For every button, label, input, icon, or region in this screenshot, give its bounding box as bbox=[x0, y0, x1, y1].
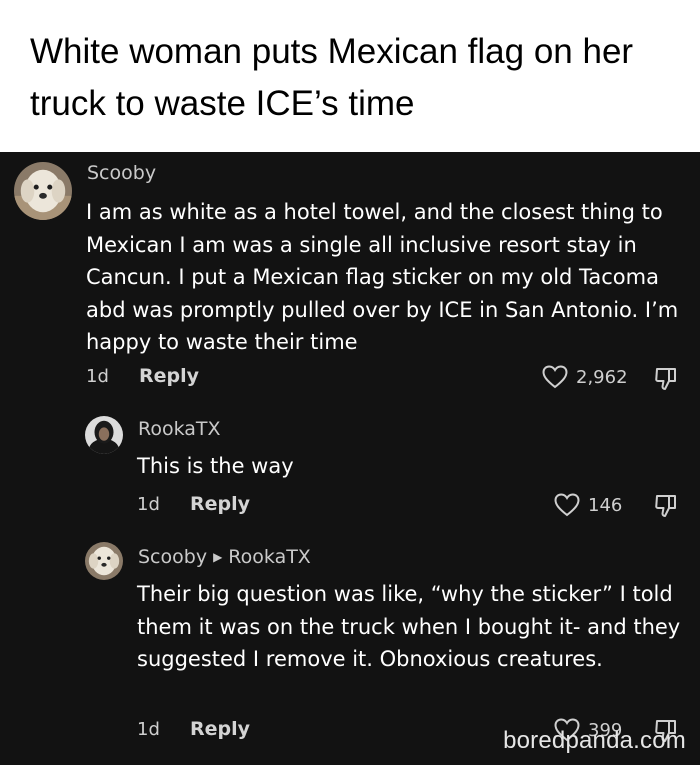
dog-avatar-icon bbox=[14, 162, 72, 220]
watermark: boredpanda.com bbox=[503, 727, 686, 754]
comment-age: 1d bbox=[137, 719, 160, 740]
comment-text: This is the way bbox=[137, 454, 294, 478]
reply-button[interactable]: Reply bbox=[139, 365, 199, 387]
title-banner: White woman puts Mexican flag on her tru… bbox=[0, 0, 700, 152]
like-count: 146 bbox=[588, 494, 623, 516]
thumb-down-icon bbox=[655, 368, 676, 390]
like-button[interactable]: 2,962 bbox=[542, 365, 628, 389]
thumb-down-icon bbox=[655, 495, 676, 517]
reply-button[interactable]: Reply bbox=[190, 718, 250, 740]
dog-avatar-icon bbox=[85, 542, 123, 580]
dislike-button[interactable] bbox=[654, 366, 680, 396]
like-count: 2,962 bbox=[576, 366, 628, 388]
heart-outline-icon bbox=[554, 493, 580, 517]
username-text[interactable]: RookaTX bbox=[138, 418, 221, 440]
comment-thread: Scooby I am as white as a hotel towel, a… bbox=[0, 152, 700, 765]
heart-outline-icon bbox=[542, 365, 568, 389]
dislike-button[interactable] bbox=[654, 493, 680, 523]
comment-age: 1d bbox=[137, 494, 160, 515]
comment-text: Their big question was like, “why the st… bbox=[137, 582, 681, 671]
person-avatar-icon bbox=[85, 416, 123, 454]
reply-to-username[interactable]: RookaTX bbox=[228, 546, 311, 568]
comment-username[interactable]: Scooby ▶ RookaTX bbox=[138, 546, 311, 568]
comment-username[interactable]: RookaTX bbox=[138, 418, 221, 440]
avatar[interactable] bbox=[85, 416, 123, 454]
comment-age: 1d bbox=[86, 366, 109, 387]
username-text[interactable]: Scooby bbox=[87, 162, 156, 184]
avatar[interactable] bbox=[14, 162, 72, 220]
reply-arrow-icon: ▶ bbox=[213, 550, 223, 564]
username-text[interactable]: Scooby bbox=[138, 546, 207, 568]
comment-text: I am as white as a hotel towel, and the … bbox=[86, 200, 679, 354]
headline: White woman puts Mexican flag on her tru… bbox=[30, 32, 634, 123]
like-button[interactable]: 146 bbox=[554, 493, 622, 517]
comment-username[interactable]: Scooby bbox=[87, 162, 156, 184]
reply-button[interactable]: Reply bbox=[190, 493, 250, 515]
avatar[interactable] bbox=[85, 542, 123, 580]
